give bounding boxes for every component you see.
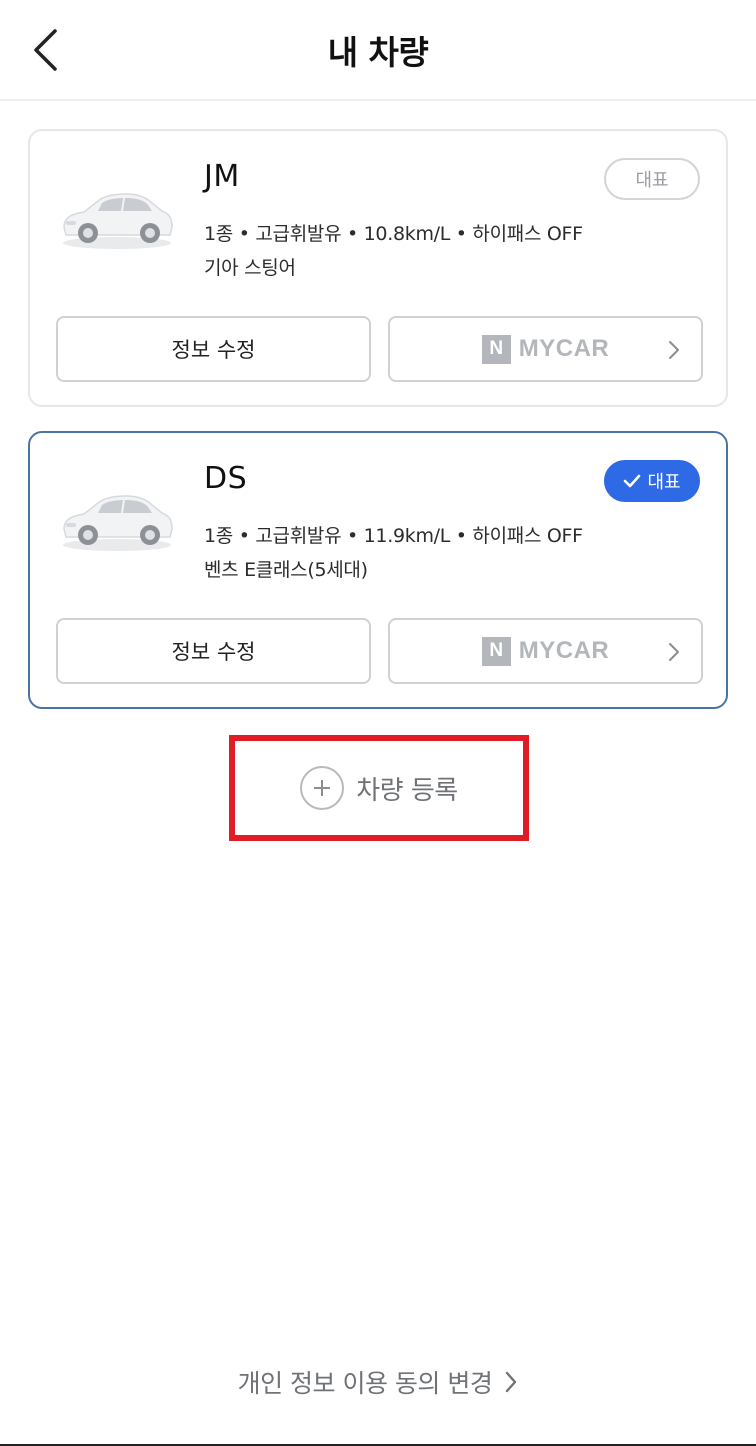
primary-badge-active[interactable]: 대표 <box>604 460 700 502</box>
vehicle-spec: 1종 • 고급휘발유 • 11.9km/L • 하이패스 OFF <box>204 525 583 547</box>
my-vehicles-screen: 내 차량 JM 1종 • 고급휘발유 • 10.8km/L • 하이패스 OFF… <box>0 0 756 1446</box>
edit-info-label: 정보 수정 <box>171 338 256 362</box>
plus-circle-icon <box>300 766 345 810</box>
mycar-logo: N MYCAR <box>481 636 610 666</box>
vehicle-card[interactable]: JM 1종 • 고급휘발유 • 10.8km/L • 하이패스 OFF 기아 스… <box>28 129 728 407</box>
car-image-icon <box>58 483 176 555</box>
mycar-text: MYCAR <box>518 335 610 362</box>
vehicle-card-selected[interactable]: DS 1종 • 고급휘발유 • 11.9km/L • 하이패스 OFF 벤츠 E… <box>28 431 728 709</box>
edit-info-button[interactable]: 정보 수정 <box>56 316 371 382</box>
vehicle-spec: 1종 • 고급휘발유 • 10.8km/L • 하이패스 OFF <box>204 223 583 245</box>
privacy-consent-label: 개인 정보 이용 동의 변경 <box>237 1369 493 1398</box>
header: 내 차량 <box>0 0 756 101</box>
mycar-n-mark: N <box>481 636 511 666</box>
edit-info-label: 정보 수정 <box>171 640 256 664</box>
mycar-text: MYCAR <box>518 637 610 664</box>
primary-badge-label: 대표 <box>635 170 669 191</box>
vehicle-name: JM <box>204 159 240 194</box>
edit-info-button[interactable]: 정보 수정 <box>56 618 371 684</box>
primary-badge-label: 대표 <box>647 472 681 493</box>
privacy-consent-link[interactable]: 개인 정보 이용 동의 변경 <box>0 1364 756 1400</box>
mycar-logo: N MYCAR <box>481 334 610 364</box>
page-title: 내 차량 <box>327 33 429 72</box>
primary-badge[interactable]: 대표 <box>604 158 700 200</box>
vehicle-model: 벤츠 E클래스(5세대) <box>204 559 368 581</box>
car-image-icon <box>58 181 176 253</box>
add-vehicle-button[interactable]: 차량 등록 <box>229 735 529 841</box>
add-vehicle-label: 차량 등록 <box>356 775 458 806</box>
checkmark-icon <box>623 474 641 488</box>
mycar-n-mark: N <box>481 334 511 364</box>
mycar-button[interactable]: N MYCAR <box>388 618 703 684</box>
vehicle-model: 기아 스팅어 <box>204 257 296 279</box>
vehicle-name: DS <box>204 461 248 496</box>
chevron-right-icon <box>667 339 681 361</box>
chevron-right-icon <box>667 641 681 663</box>
mycar-button[interactable]: N MYCAR <box>388 316 703 382</box>
chevron-right-icon <box>504 1370 518 1394</box>
